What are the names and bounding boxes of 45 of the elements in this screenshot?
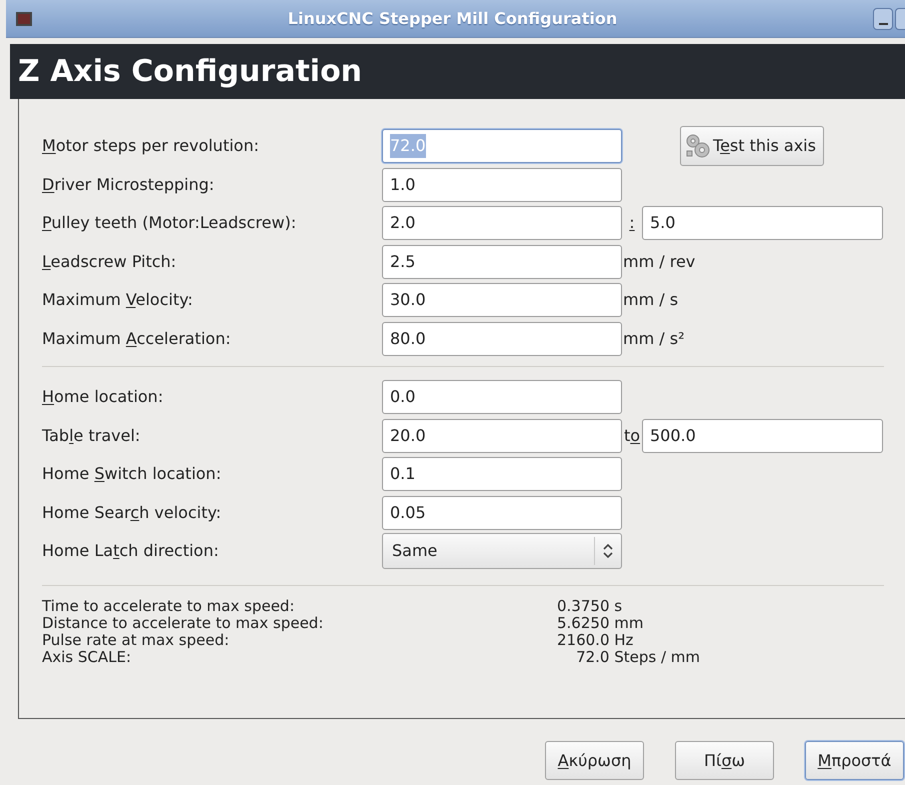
result-label: Axis SCALE: — [42, 648, 132, 666]
result-value: 72.0 Steps / mm — [575, 648, 700, 666]
field-label: Maximum Acceleration: — [42, 328, 232, 350]
input-field[interactable]: 1.0 — [382, 168, 622, 202]
input-field[interactable]: 20.0 — [382, 418, 622, 453]
dialog-button[interactable]: Ακύρωση — [545, 741, 644, 780]
field-label: Home location: — [42, 386, 164, 408]
field-label: Home Latch direction: — [42, 540, 220, 562]
result-label: Time to accelerate to max speed: — [42, 598, 296, 614]
unit-label: mm / s — [623, 289, 678, 312]
field-label: Home Search velocity: — [42, 502, 222, 524]
dialog-button[interactable]: Μπροστά — [805, 741, 904, 780]
input-field[interactable]: 80.0 — [382, 322, 622, 356]
page-title: Z Axis Configuration — [18, 53, 362, 91]
input-field[interactable]: 2.0 — [382, 206, 622, 240]
input-field[interactable]: 0.0 — [382, 380, 622, 414]
field-label: Driver Microstepping: — [42, 174, 216, 196]
dialog-button[interactable]: Πίσω — [675, 741, 774, 780]
field-label: Home Switch location: — [42, 463, 222, 486]
minimize-button[interactable] — [873, 8, 893, 30]
result-value: 5.6250 mm — [557, 614, 644, 632]
field-label: Table travel: — [42, 424, 142, 447]
direction-dropdown[interactable]: Same — [382, 533, 622, 570]
window-menu-icon[interactable] — [16, 12, 32, 26]
window-title: LinuxCNC Stepper Mill Configuration — [286, 8, 618, 30]
separator-label: : — [628, 212, 636, 234]
field-label: Leadscrew Pitch: — [42, 250, 178, 273]
result-value: 0.3750 s — [557, 598, 622, 614]
input-field[interactable]: 5.0 — [642, 206, 883, 240]
result-label: Distance to accelerate to max speed: — [42, 614, 324, 632]
input-field[interactable]: 30.0 — [382, 283, 622, 318]
gears-icon — [685, 133, 711, 160]
result-label: Pulse rate at max speed: — [42, 632, 230, 648]
unit-label: mm / rev — [623, 250, 696, 273]
test-axis-button[interactable]: Test this axis — [680, 126, 824, 166]
field-label: Motor steps per revolution: — [42, 135, 260, 158]
unit-label: mm / s² — [623, 328, 684, 350]
input-field[interactable]: 500.0 — [642, 418, 883, 453]
input-field[interactable]: 0.05 — [382, 496, 622, 530]
result-value: 2160.0 Hz — [557, 632, 634, 648]
input-field[interactable]: 2.5 — [382, 244, 622, 279]
input-field[interactable]: 0.1 — [382, 457, 622, 492]
field-label: Maximum Velocity: — [42, 289, 194, 312]
separator-label: to — [622, 424, 642, 447]
field-label: Pulley teeth (Motor:Leadscrew): — [42, 212, 298, 234]
